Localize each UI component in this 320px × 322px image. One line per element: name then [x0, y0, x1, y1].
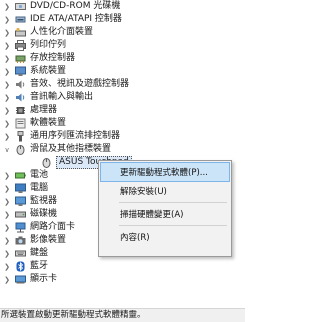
software-device-icon — [15, 118, 26, 129]
tree-item-label: 列印佇列 — [30, 40, 67, 50]
chevron-right-icon[interactable]: ❯ — [3, 78, 11, 91]
print-queue-icon — [15, 40, 26, 51]
chevron-right-icon[interactable]: ❯ — [3, 247, 11, 260]
mouse-icon — [16, 145, 25, 155]
tree-item-bluetooth[interactable]: ❯ 藍牙 — [0, 260, 245, 273]
imaging-device-icon — [15, 236, 26, 245]
tree-item-label: 通用序列匯流排控制器 — [30, 131, 121, 141]
tree-item-label: 處理器 — [30, 105, 58, 115]
storage-controller-icon — [15, 55, 26, 63]
ide-controller-icon — [15, 16, 26, 23]
battery-icon — [15, 172, 26, 179]
processor-icon — [16, 107, 25, 114]
tree-item-label: 音訊輸入與輸出 — [30, 92, 94, 102]
chevron-right-icon[interactable]: ❯ — [3, 117, 11, 130]
computer-icon — [15, 183, 26, 193]
status-bar: 所選裝置啟動更新驅動程式軟體精靈。 — [0, 308, 245, 322]
sound-icon — [16, 80, 25, 89]
disk-drive-icon — [15, 211, 26, 218]
tree-item-display-adapters[interactable]: ❯ 顯示卡 — [0, 273, 245, 286]
chevron-right-icon[interactable]: ❯ — [3, 39, 11, 52]
tree-item-mice[interactable]: ∨ 滑鼠及其他指標裝置 — [0, 143, 245, 156]
chevron-right-icon[interactable]: ❯ — [3, 13, 11, 26]
tree-item-label: 系統裝置 — [30, 66, 67, 76]
tree-item-ide-controllers[interactable]: ❯ IDE ATA/ATAPI 控制器 — [0, 13, 245, 26]
tree-item-label: DVD/CD-ROM 光碟機 — [30, 1, 121, 11]
system-devices-icon — [15, 66, 26, 76]
chevron-right-icon[interactable]: ❯ — [3, 234, 11, 247]
tree-item-label: 監視器 — [30, 196, 58, 206]
tree-item-label: 藍牙 — [30, 261, 49, 271]
mouse-icon — [42, 158, 51, 168]
tree-item-storage-controllers[interactable]: ❯ 存放控制器 — [0, 52, 245, 65]
tree-item-hid[interactable]: ❯ 人性化介面裝置 — [0, 26, 245, 39]
tree-item-dvd-drives[interactable]: ❯ DVD/CD-ROM 光碟機 — [0, 0, 245, 13]
tree-item-label: 電池 — [30, 170, 49, 180]
chevron-right-icon[interactable]: ❯ — [3, 260, 11, 273]
tree-item-label: 顯示卡 — [30, 274, 58, 284]
chevron-right-icon[interactable]: ❯ — [3, 273, 11, 286]
tree-item-label: 磁碟機 — [30, 209, 58, 219]
tree-item-processors[interactable]: ❯ 處理器 — [0, 104, 245, 117]
chevron-right-icon[interactable]: ❯ — [3, 169, 11, 182]
context-menu: 更新驅動程式軟體(P)... 解除安裝(U) 掃描硬體變更(A) 內容(R) — [98, 160, 232, 257]
chevron-right-icon[interactable]: ❯ — [3, 91, 11, 104]
chevron-right-icon[interactable]: ❯ — [3, 52, 11, 65]
chevron-right-icon[interactable]: ❯ — [3, 0, 11, 13]
tree-item-label: 鍵盤 — [30, 248, 49, 258]
keyboard-icon — [15, 250, 26, 257]
tree-item-label: 電腦 — [30, 183, 49, 193]
tree-item-software-devices[interactable]: ❯ 軟體裝置 — [0, 117, 245, 130]
chevron-right-icon[interactable]: ❯ — [3, 208, 11, 221]
audio-io-icon — [16, 93, 25, 102]
tree-item-label: 網路介面卡 — [30, 222, 76, 232]
tree-item-label: IDE ATA/ATAPI 控制器 — [30, 14, 122, 24]
tree-item-label: 軟體裝置 — [30, 118, 67, 128]
device-manager-window: ❯ DVD/CD-ROM 光碟機 ❯ IDE ATA/ATAPI 控制器 ❯ 人… — [0, 0, 245, 322]
dvd-drive-icon — [15, 3, 26, 10]
menu-item-update-driver[interactable]: 更新驅動程式軟體(P)... — [100, 162, 230, 182]
chevron-right-icon[interactable]: ❯ — [3, 130, 11, 143]
chevron-right-icon[interactable]: ❯ — [3, 221, 11, 234]
tree-item-print-queues[interactable]: ❯ 列印佇列 — [0, 39, 245, 52]
tree-item-audio-io[interactable]: ❯ 音訊輸入與輸出 — [0, 91, 245, 104]
chevron-down-icon[interactable]: ∨ — [3, 143, 11, 156]
menu-item-uninstall[interactable]: 解除安裝(U) — [101, 182, 229, 200]
chevron-right-icon[interactable]: ❯ — [3, 26, 11, 39]
tree-item-label: 人性化介面裝置 — [30, 27, 94, 37]
tree-item-system-devices[interactable]: ❯ 系統裝置 — [0, 65, 245, 78]
chevron-right-icon[interactable]: ❯ — [3, 195, 11, 208]
tree-item-sound-video-game[interactable]: ❯ 音效、視訊及遊戲控制器 — [0, 78, 245, 91]
monitor-icon — [15, 196, 26, 206]
chevron-right-icon[interactable]: ❯ — [3, 65, 11, 78]
tree-item-label: 存放控制器 — [30, 53, 76, 63]
bluetooth-icon — [16, 261, 25, 272]
hid-icon — [15, 27, 26, 37]
tree-item-label: 影像裝置 — [30, 235, 67, 245]
chevron-right-icon[interactable]: ❯ — [3, 104, 11, 117]
tree-item-usb-controllers[interactable]: ❯ 通用序列匯流排控制器 — [0, 130, 245, 143]
tree-item-label: 音效、視訊及遊戲控制器 — [30, 79, 130, 89]
menu-separator — [119, 225, 227, 226]
network-adapter-icon — [15, 222, 26, 233]
tree-item-label: 滑鼠及其他指標裝置 — [30, 144, 112, 154]
display-adapter-icon — [15, 275, 26, 284]
chevron-right-icon[interactable]: ❯ — [3, 182, 11, 195]
menu-item-properties[interactable]: 內容(R) — [101, 228, 229, 246]
usb-icon — [17, 131, 24, 142]
menu-item-scan-hardware[interactable]: 掃描硬體變更(A) — [101, 205, 229, 223]
menu-separator — [119, 202, 227, 203]
